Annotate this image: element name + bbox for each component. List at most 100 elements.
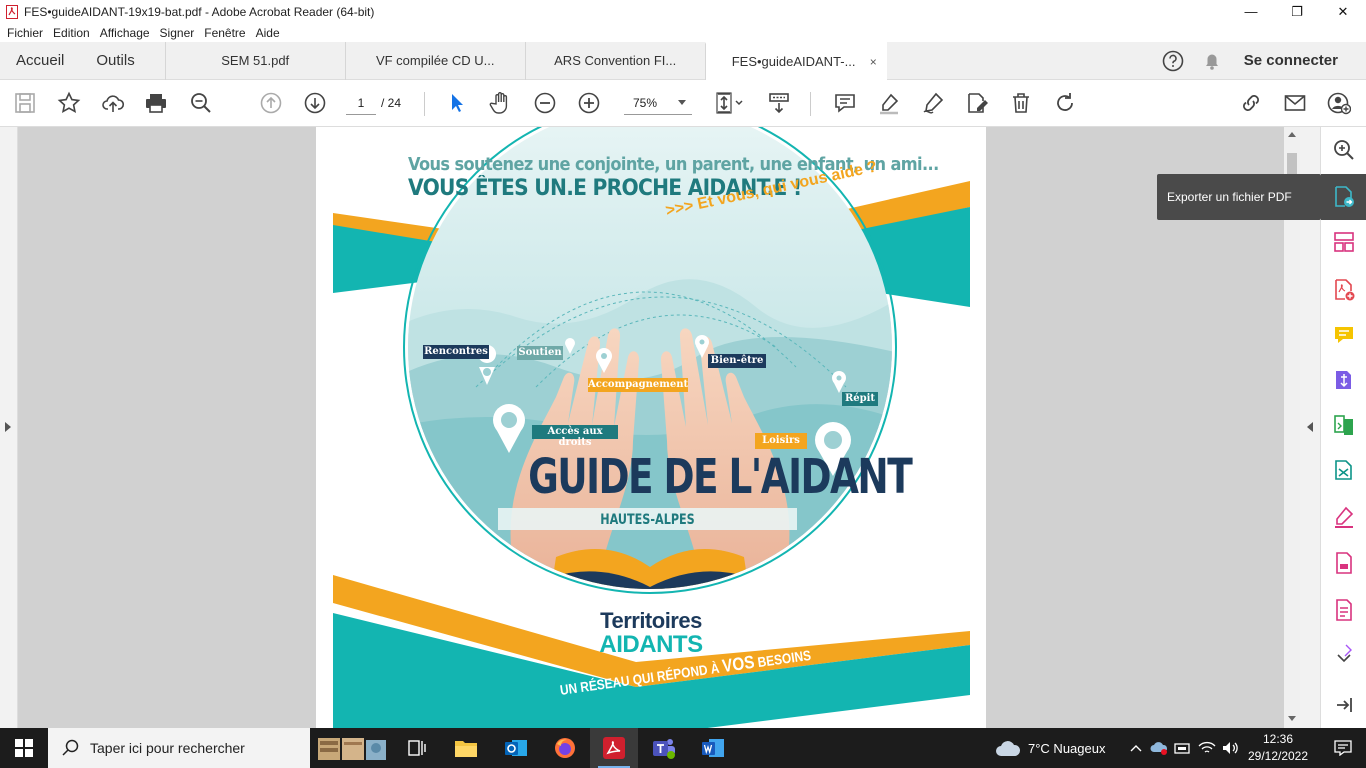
close-tab-icon[interactable]: × [870,55,877,69]
menu-fichier[interactable]: Fichier [2,26,48,40]
zoom-in-icon[interactable] [576,90,602,116]
system-clock[interactable]: 12:36 29/12/2022 [1246,731,1310,765]
notification-center-icon[interactable] [1320,728,1366,768]
export-pdf-icon [1335,186,1354,207]
sign-in-button[interactable]: Se connecter [1222,52,1366,69]
task-view-icon[interactable] [392,728,440,768]
mail-icon[interactable] [1282,90,1308,116]
onedrive-icon[interactable] [1147,741,1171,755]
close-window-button[interactable]: ✕ [1320,0,1366,23]
add-user-icon[interactable] [1326,90,1352,116]
search-icon [62,739,79,756]
document-tab[interactable]: ARS Convention FI... [524,41,705,80]
menu-signer[interactable]: Signer [155,26,200,40]
weather-widget[interactable]: 7°C Nuageux [994,728,1105,768]
collapse-pane-icon[interactable] [1331,692,1357,718]
print-icon[interactable] [143,90,169,116]
wifi-icon[interactable] [1195,741,1219,755]
convert-icon[interactable] [1331,457,1357,483]
network-icon[interactable] [1171,741,1195,755]
bell-icon[interactable] [1202,51,1222,71]
create-pdf-icon[interactable] [1331,277,1357,303]
scroll-down-icon[interactable] [1288,716,1296,721]
document-tab[interactable]: SEM 51.pdf [164,41,345,80]
taskbar-search[interactable]: Taper ici pour rechercher [48,728,310,768]
scrollbar-thumb[interactable] [1287,153,1297,175]
zoom-out-icon[interactable] [532,90,558,116]
menu-aide[interactable]: Aide [251,26,285,40]
edit-pdf-icon[interactable] [964,90,990,116]
maximize-button[interactable]: ❐ [1274,0,1320,23]
save-icon[interactable] [12,90,38,116]
minimize-button[interactable]: — [1228,0,1274,23]
page-count: / 24 [381,96,402,110]
weather-text: 7°C Nuageux [1028,740,1106,756]
hand-tool-icon[interactable] [488,90,514,116]
chevron-left-icon [1307,422,1313,432]
chevron-right-icon [5,422,11,432]
compare-files-icon[interactable] [1331,412,1357,438]
fill-sign-icon[interactable] [1331,504,1357,530]
document-tab-active[interactable]: FES•guideAIDANT-... × [704,41,887,80]
menu-edition[interactable]: Edition [48,26,95,40]
teams-icon[interactable] [640,728,688,768]
toolbar-divider [424,92,425,116]
delete-icon[interactable] [1008,90,1034,116]
menu-bar: Fichier Edition Affichage Signer Fenêtre… [0,23,1366,42]
comment-icon[interactable] [832,90,858,116]
organize-pages-icon[interactable] [1331,229,1357,255]
zoom-page-icon[interactable] [1331,137,1357,163]
page-number-input[interactable]: 1 [346,91,376,115]
volume-icon[interactable] [1219,741,1243,755]
comment-tool-icon[interactable] [1331,322,1357,348]
label-bien-etre: Bien-être [710,355,764,366]
left-panel-toggle[interactable] [0,127,18,728]
tab-outils[interactable]: Outils [80,42,164,80]
windows-start-icon[interactable] [0,728,48,768]
network-line-2: AIDANTS [599,631,703,658]
guide-subtitle: HAUTES-ALPES [600,512,695,528]
label-accompagnement: Accompagnement [588,379,689,390]
document-tab-label: FES•guideAIDANT-... [731,54,856,69]
slogan-emphasis: VOS [720,651,756,677]
search-placeholder: Taper ici pour rechercher [90,740,245,756]
pdf-form-icon[interactable] [1331,597,1357,623]
zoom-search-icon[interactable] [188,90,214,116]
export-pdf-button[interactable] [1321,174,1366,220]
share-link-icon[interactable] [1238,90,1264,116]
combine-files-icon[interactable] [1331,367,1357,393]
menu-affichage[interactable]: Affichage [95,26,155,40]
next-page-icon[interactable] [302,90,328,116]
system-tray [1125,728,1243,768]
news-widget-icon[interactable] [312,728,392,768]
firefox-icon[interactable] [541,728,589,768]
scroll-up-icon[interactable] [1288,132,1296,137]
file-explorer-icon[interactable] [442,728,490,768]
toolbar-divider [810,92,811,116]
upload-cloud-icon[interactable] [100,90,126,116]
zoom-level-value: 75% [633,96,658,110]
acrobat-taskbar-icon[interactable] [590,728,638,768]
chevron-up-icon[interactable] [1125,744,1147,752]
title-bar: FES•guideAIDANT-19x19-bat.pdf - Adobe Ac… [0,0,1366,23]
tab-bar: Accueil Outils SEM 51.pdf VF compilée CD… [0,41,1366,80]
page-fit-icon[interactable] [712,90,748,116]
draw-pen-icon[interactable] [920,90,946,116]
word-icon[interactable] [689,728,737,768]
protect-pdf-icon[interactable] [1331,550,1357,576]
tab-accueil[interactable]: Accueil [0,42,80,80]
rotate-icon[interactable] [1052,90,1078,116]
menu-fenetre[interactable]: Fenêtre [199,26,250,40]
star-icon[interactable] [56,90,82,116]
windows-taskbar: Taper ici pour rechercher 7°C Nuageux 12… [0,728,1366,768]
help-icon[interactable] [1162,50,1184,72]
zoom-level-select[interactable]: 75% [624,91,692,115]
window-title: FES•guideAIDANT-19x19-bat.pdf - Adobe Ac… [24,4,375,19]
document-tab[interactable]: VF compilée CD U... [344,41,525,80]
outlook-icon[interactable] [492,728,540,768]
select-cursor-icon[interactable] [444,90,470,116]
more-tools-chevron-icon[interactable] [1331,642,1357,668]
scroll-mode-icon[interactable] [766,90,792,116]
highlight-pen-icon[interactable] [876,90,902,116]
previous-page-icon[interactable] [258,90,284,116]
